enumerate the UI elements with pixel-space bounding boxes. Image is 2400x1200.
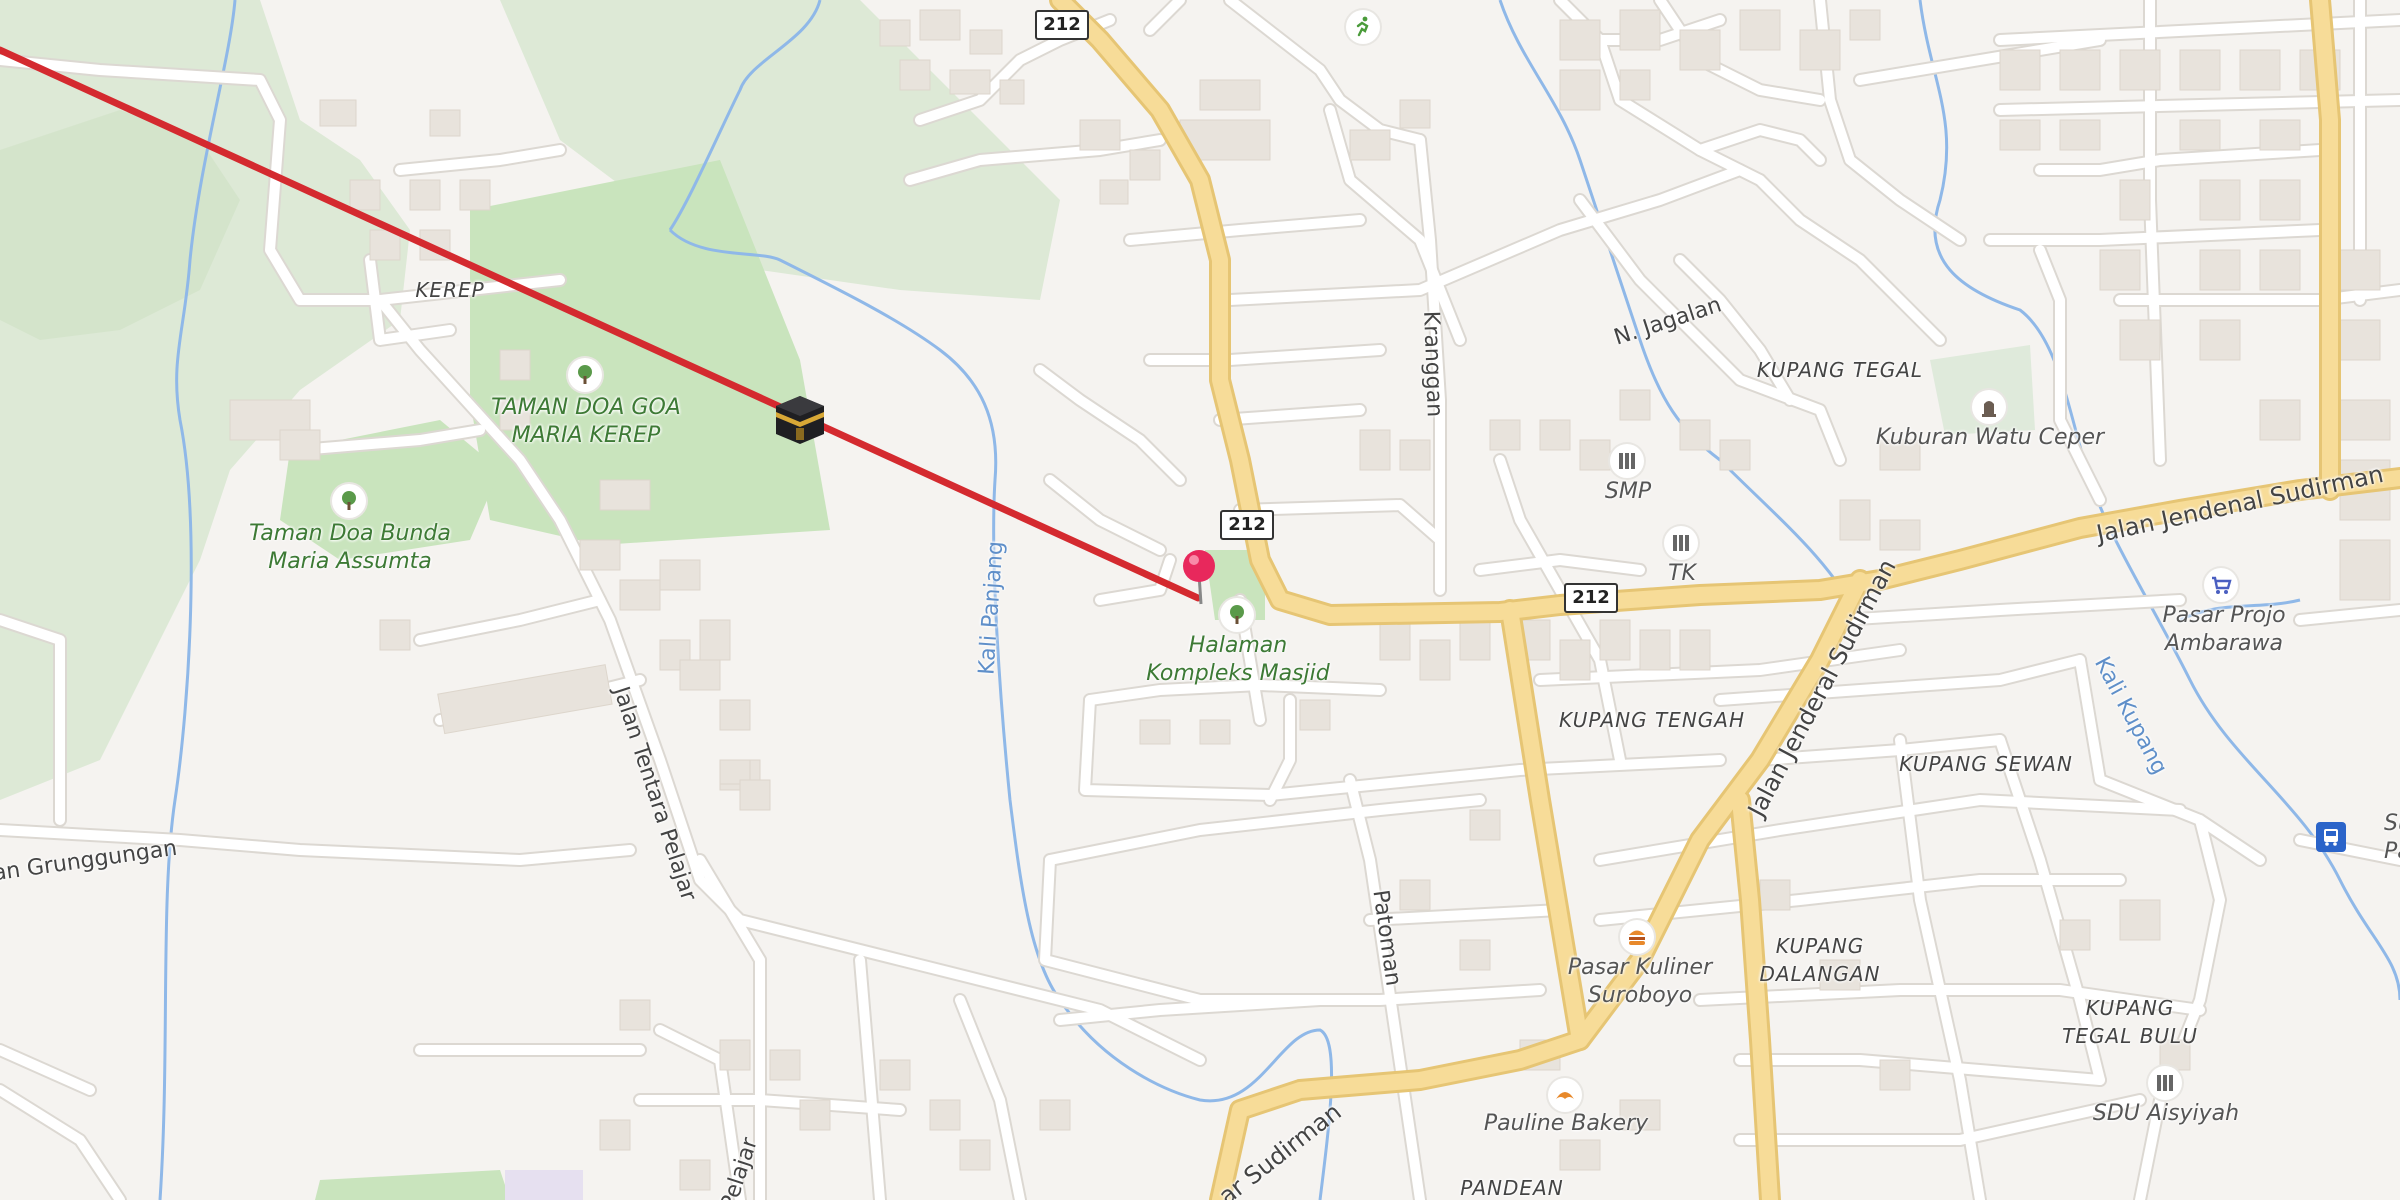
running-person-icon[interactable]	[1346, 10, 1380, 44]
location-pin-icon[interactable]	[1180, 548, 1218, 606]
area-label-kerep: KEREP	[415, 278, 485, 302]
cemetery-icon[interactable]	[1972, 390, 2006, 424]
tree-icon[interactable]	[332, 484, 366, 518]
area-label-pandean: PANDEAN	[1460, 1176, 1564, 1200]
area-label-kupang-tegal: KUPANG TEGAL	[1756, 358, 1924, 382]
poi-label-taman-doa-bunda[interactable]: Taman Doa Bunda Maria Assumta	[249, 520, 451, 576]
tree-icon[interactable]	[1220, 598, 1254, 632]
area-label-kupang-dalangan: KUPANG DALANGAN	[1759, 934, 1881, 986]
area-label-kupang-sewan: KUPANG SEWAN	[1899, 752, 2073, 776]
poi-label-sub-terminal[interactable]: Sub T Pase	[2384, 810, 2400, 866]
area-label-kupang-tengah: KUPANG TENGAH	[1559, 708, 1745, 732]
poi-label-taman-doa-goa[interactable]: TAMAN DOA GOA MARIA KEREP	[491, 394, 681, 450]
poi-label-pasar-kuliner[interactable]: Pasar Kuliner Suroboyo	[1568, 954, 1712, 1010]
poi-label-halaman-masjid[interactable]: Halaman Kompleks Masjid	[1146, 632, 1329, 688]
school-icon[interactable]	[2148, 1066, 2182, 1100]
area-label-kupang-tegal-bulu: KUPANG TEGAL BULU	[2062, 996, 2198, 1048]
bus-icon[interactable]	[2316, 822, 2346, 852]
poi-label-smp[interactable]: SMP	[1605, 478, 1651, 506]
route-shield-212-east: 212	[1564, 583, 1618, 613]
burger-icon[interactable]	[1620, 920, 1654, 954]
route-shield-212-center: 212	[1220, 510, 1274, 540]
road-label-kranggan: Kranggan	[1418, 310, 1447, 418]
poi-label-pauline-bakery[interactable]: Pauline Bakery	[1484, 1110, 1648, 1138]
croissant-icon[interactable]	[1548, 1078, 1582, 1112]
tree-icon[interactable]	[568, 358, 602, 392]
poi-label-pasar-projo[interactable]: Pasar Projo Ambarawa	[2162, 602, 2285, 658]
poi-label-kuburan-watu-ceper[interactable]: Kuburan Watu Ceper	[1876, 424, 2104, 452]
kaaba-icon	[772, 390, 828, 446]
school-icon[interactable]	[1664, 526, 1698, 560]
poi-label-sdu-aisyiyah[interactable]: SDU Aisyiyah	[2093, 1100, 2239, 1128]
map-canvas[interactable]: 212 212 212 KEREP KUPANG TEGAL KUPANG TE…	[0, 0, 2400, 1200]
shopping-cart-icon[interactable]	[2204, 568, 2238, 602]
route-shield-212-north: 212	[1035, 10, 1089, 40]
poi-label-tk[interactable]: TK	[1668, 560, 1696, 588]
school-icon[interactable]	[1610, 444, 1644, 478]
